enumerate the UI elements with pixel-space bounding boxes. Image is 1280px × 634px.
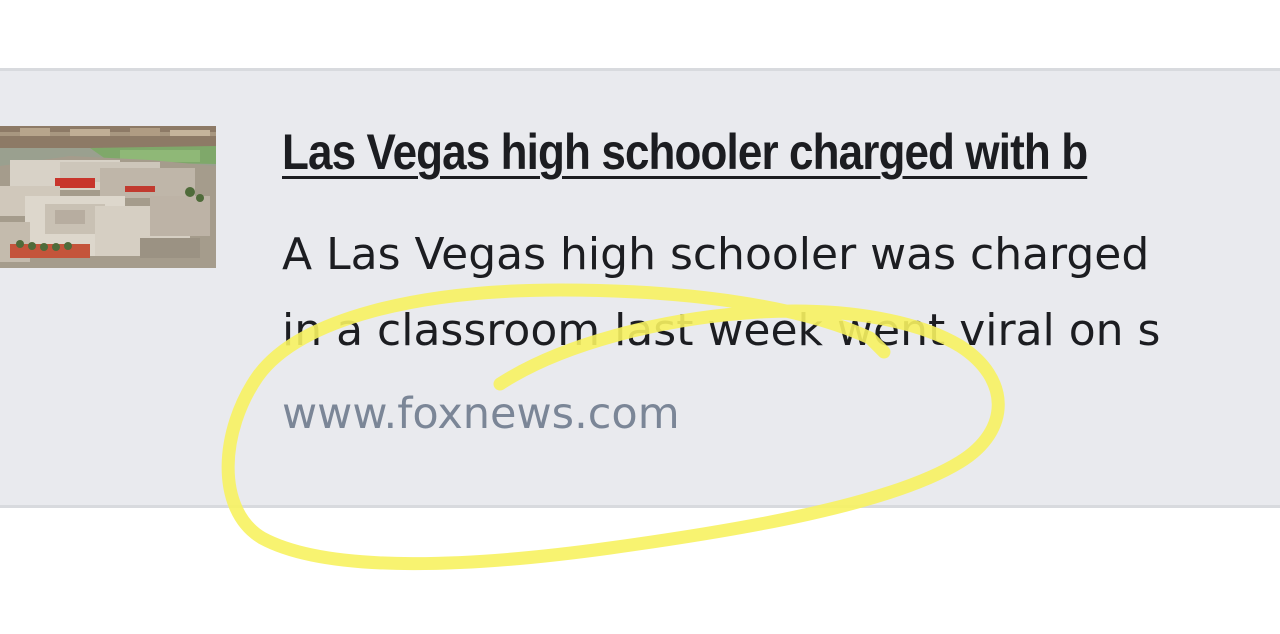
description-line: in a classroom last week went viral on s <box>282 305 1161 356</box>
description-line: A Las Vegas high schooler was charged <box>282 229 1150 280</box>
source-domain-link[interactable]: www.foxnews.com <box>282 389 680 439</box>
article-title-link[interactable]: Las Vegas high schooler charged with b <box>282 123 1088 181</box>
school-aerial-image <box>0 126 216 268</box>
article-thumbnail[interactable] <box>0 126 216 268</box>
link-preview-card[interactable]: Las Vegas high schooler charged with b A… <box>0 68 1280 508</box>
screenshot-stage: Las Vegas high schooler charged with b A… <box>0 0 1280 634</box>
article-description: A Las Vegas high schooler was charged in… <box>282 217 1280 369</box>
